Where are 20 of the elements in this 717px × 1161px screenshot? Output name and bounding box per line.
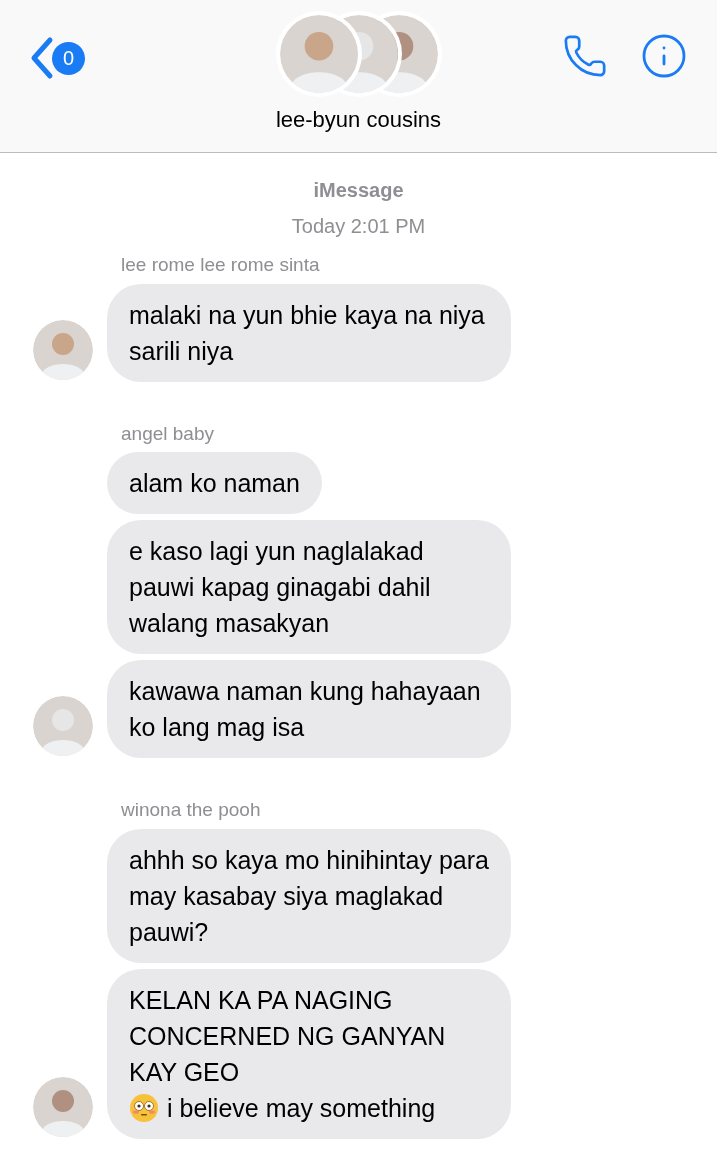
phone-icon[interactable] — [562, 33, 608, 79]
avatar — [33, 1076, 93, 1137]
message-text: alam ko naman — [129, 468, 300, 499]
flushed-face-icon — [129, 1092, 159, 1123]
unread-badge: 0 — [52, 41, 85, 75]
message-text: e kaso lagi yun naglalakad pauwi kapag ginagabi dahil walang masakyan — [129, 536, 432, 639]
message-text: kawawa naman kung hahayaan ko lang mag isa — [129, 676, 482, 743]
sender-name: angel baby — [121, 421, 215, 446]
avatar — [33, 696, 93, 756]
message-text: malaki na yun bhie kaya na niya sarili niya — [129, 299, 486, 367]
sender-name: lee rome lee rome sinta — [121, 253, 321, 277]
service-label: iMessage — [313, 178, 404, 203]
message-text: i believe may something — [167, 1092, 436, 1124]
conversation-title: lee-byun cousins — [275, 106, 442, 134]
info-icon[interactable] — [640, 32, 688, 80]
back-button[interactable]: 0 — [28, 36, 85, 80]
avatar — [33, 319, 93, 380]
timestamp: Today 2:01 PM — [291, 214, 426, 239]
sender-name: winona the pooh — [121, 798, 262, 822]
message-text: ahhh so kaya mo hinihintay para may kasabay siya maglakad pauwi? — [129, 844, 489, 948]
